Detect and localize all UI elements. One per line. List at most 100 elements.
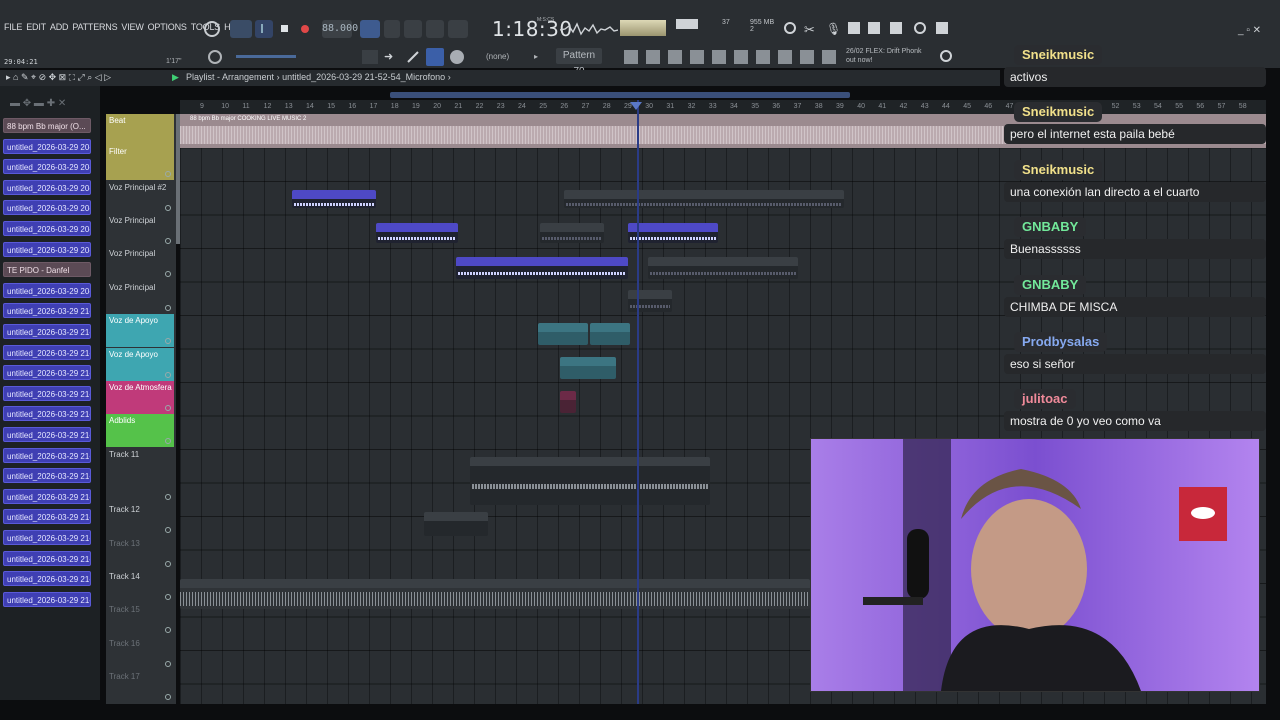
news-panel[interactable]: 26/02 FLEX: Drift Phonk out now! bbox=[846, 47, 921, 65]
track-mute-dot[interactable] bbox=[165, 205, 171, 211]
menu-view[interactable]: VIEW bbox=[121, 22, 143, 36]
timeline-ruler[interactable]: 9 10 11 12 13 14 15 16 17 18 19 20 21 22 23 24 25 26 27 28 2… bbox=[180, 100, 1266, 114]
stop-button[interactable] bbox=[278, 20, 292, 38]
picker-item[interactable]: untitled_2026-03-29 21-... bbox=[3, 591, 91, 607]
breadcrumb-file[interactable]: untitled_2026-03-29 21-52-54_Microfono bbox=[282, 72, 445, 82]
clip-ap1b[interactable]: unt..ono bbox=[590, 323, 630, 345]
track-header[interactable]: Track 14 bbox=[106, 570, 174, 603]
track-header[interactable]: Track 17 bbox=[106, 670, 174, 703]
picker-item[interactable]: untitled_2026-03-29 20-... bbox=[3, 221, 91, 236]
picker-item[interactable]: untitled_2026-03-29 21-... bbox=[3, 550, 91, 566]
track-header[interactable]: Track 15 bbox=[106, 603, 174, 636]
link-icon[interactable] bbox=[426, 48, 444, 66]
picker-item[interactable]: untitled_2026-03-29 20-... bbox=[3, 179, 91, 195]
step-edit-button[interactable] bbox=[426, 20, 444, 38]
track-header[interactable]: Beat Filter bbox=[106, 114, 174, 180]
picker-item[interactable]: untitled_2026-03-29 21-... bbox=[3, 385, 91, 401]
track-mute-dot[interactable] bbox=[165, 372, 171, 378]
track-header[interactable]: Voz de Atmosfera bbox=[106, 381, 174, 414]
mixer-view-icon[interactable] bbox=[690, 50, 704, 64]
browser-icon[interactable] bbox=[712, 50, 726, 64]
clip-vp3b[interactable]: untitled_2026-03-29 21-53-57_Microfono bbox=[648, 257, 798, 279]
picker-item[interactable]: untitled_2026-03-29 20-... bbox=[3, 282, 91, 298]
clip-vp4[interactable]: unti..fono bbox=[628, 290, 672, 312]
picker-item[interactable]: untitled_2026-03-29 21-... bbox=[3, 344, 91, 360]
track-mute-dot[interactable] bbox=[165, 271, 171, 277]
track-mute-dot[interactable] bbox=[165, 438, 171, 444]
clip-track12[interactable]: untitled_icrofono bbox=[424, 512, 488, 536]
track-mute-dot[interactable] bbox=[165, 405, 171, 411]
clip-ap1a[interactable]: untit..fono bbox=[538, 323, 588, 345]
picker-tools[interactable]: ▬ ✥ ▬ ✚ ✕ bbox=[10, 98, 66, 109]
track-header[interactable]: Track 11 bbox=[106, 448, 174, 503]
tempo-display[interactable]: 88.000 bbox=[322, 20, 358, 38]
script-icon[interactable] bbox=[800, 50, 814, 64]
menu-edit[interactable]: EDIT bbox=[26, 22, 46, 36]
microphone-icon[interactable]: 🎙 bbox=[826, 22, 841, 36]
picker-item[interactable]: untitled_2026-03-29 21-... bbox=[3, 427, 91, 442]
clip-vp2b[interactable]: untitled_2026-03-29 21-35-04_Microfono bbox=[564, 190, 844, 208]
master-volume-slider[interactable] bbox=[236, 55, 296, 58]
clip-ap2[interactable]: untitle..ofono bbox=[560, 357, 616, 379]
stamp-icon[interactable] bbox=[450, 50, 464, 64]
mixer-icon[interactable] bbox=[848, 22, 860, 34]
menu-patterns[interactable]: PATTERNS bbox=[72, 22, 117, 36]
master-knob[interactable] bbox=[204, 21, 220, 37]
loop-record-button[interactable] bbox=[448, 20, 468, 38]
download-icon[interactable] bbox=[936, 22, 948, 34]
track-header[interactable]: Voz Principal bbox=[106, 247, 174, 280]
plugin-icon[interactable] bbox=[890, 22, 902, 34]
track-mute-dot[interactable] bbox=[165, 694, 171, 700]
clip-vp1a[interactable]: un..no untit..ofono bbox=[376, 223, 458, 243]
track-header[interactable]: Voz de Apoyo bbox=[106, 348, 174, 381]
track-mute-dot[interactable] bbox=[165, 661, 171, 667]
picker-item[interactable]: untitled_2026-03-29 21-... bbox=[3, 509, 91, 525]
chat-icon[interactable] bbox=[914, 22, 926, 34]
cut-icon[interactable]: ✂ bbox=[804, 22, 815, 38]
horizontal-scrollbar[interactable] bbox=[390, 92, 850, 98]
clip-atmosfera[interactable] bbox=[560, 391, 576, 413]
track-mute-dot[interactable] bbox=[165, 494, 171, 500]
piano-icon[interactable] bbox=[362, 50, 378, 64]
picker-item[interactable]: untitled_2026-03-29 21-... bbox=[3, 324, 91, 339]
touch-icon[interactable] bbox=[778, 50, 792, 64]
picker-item[interactable]: untitled_2026-03-29 21-... bbox=[3, 303, 91, 319]
wait-record-button[interactable] bbox=[384, 20, 400, 38]
track-mute-dot[interactable] bbox=[165, 527, 171, 533]
clip-vp2a[interactable]: un..o untitle..rofono bbox=[292, 190, 376, 208]
track-mute-dot[interactable] bbox=[165, 561, 171, 567]
track-mute-dot[interactable] bbox=[165, 338, 171, 344]
channel-rack-icon[interactable] bbox=[624, 50, 638, 64]
picker-item[interactable]: untitled_2026-03-29 20-... bbox=[3, 200, 91, 216]
tuner-icon[interactable] bbox=[756, 50, 770, 64]
countdown-button[interactable] bbox=[404, 20, 422, 38]
picker-item[interactable]: untitled_2026-03-29 21-... bbox=[3, 447, 91, 463]
track-mute-dot[interactable] bbox=[165, 171, 171, 177]
track-mute-dot[interactable] bbox=[165, 238, 171, 244]
shop-icon[interactable] bbox=[822, 50, 836, 64]
track-header[interactable]: Track 16 bbox=[106, 637, 174, 670]
track-header[interactable]: Track 12 bbox=[106, 503, 174, 536]
piano-roll-icon[interactable] bbox=[668, 50, 682, 64]
track-mute-dot[interactable] bbox=[165, 627, 171, 633]
menu-options[interactable]: OPTIONS bbox=[148, 22, 187, 36]
clip-vp1b[interactable]: untit..fono bbox=[540, 223, 604, 243]
picker-item[interactable]: untitled_2026-03-29 21-... bbox=[3, 365, 91, 381]
track-mute-dot[interactable] bbox=[165, 305, 171, 311]
settings-icon[interactable] bbox=[940, 50, 952, 62]
playhead[interactable] bbox=[637, 100, 639, 704]
playlist-tool-icons[interactable]: ▸ ⌂ ✎ ⌖ ⊘ ✥ ⊠ ⛶ ⤢ ⌕ ◁ ▷ bbox=[6, 72, 111, 83]
clip-vp3a[interactable]: unti..fono unt..no un..n un..o bbox=[456, 257, 628, 279]
pattern-selector[interactable]: Pattern 70 bbox=[556, 48, 602, 77]
playhead-marker-icon[interactable] bbox=[630, 102, 642, 110]
picker-item[interactable]: untitled_2026-03-29 21-... bbox=[3, 488, 91, 504]
pat-song-toggle[interactable] bbox=[230, 20, 252, 38]
picker-item[interactable]: untitled_2026-03-29 20-... bbox=[3, 159, 91, 175]
breadcrumb-playlist[interactable]: Playlist - Arrangement bbox=[186, 72, 274, 82]
plugin-database-icon[interactable] bbox=[734, 50, 748, 64]
track-header[interactable]: Adblids bbox=[106, 414, 174, 447]
playlist-icon[interactable] bbox=[646, 50, 660, 64]
picker-item[interactable]: untitled_2026-03-29 20-... bbox=[3, 138, 91, 154]
picker-item[interactable]: untitled_2026-03-29 21-... bbox=[3, 530, 91, 545]
picker-item[interactable]: TE PIDO - Danfel bbox=[3, 262, 91, 278]
